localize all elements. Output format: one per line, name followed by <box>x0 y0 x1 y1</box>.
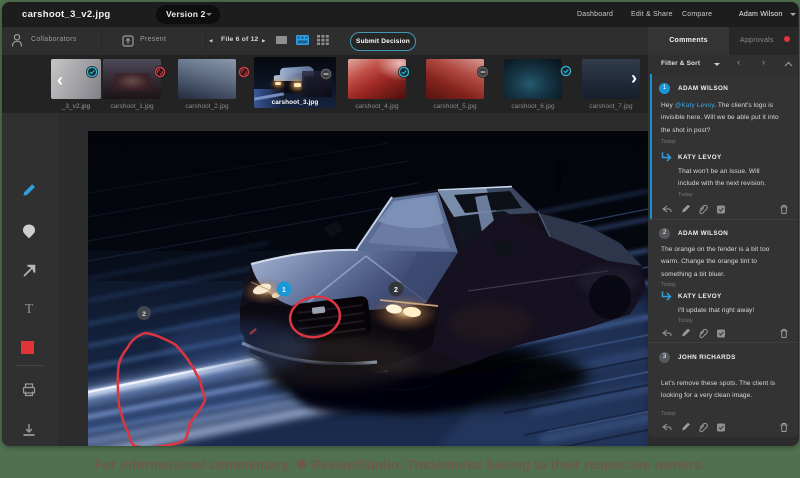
svg-text:2: 2 <box>394 287 398 294</box>
svg-text:1: 1 <box>282 287 286 294</box>
svg-text:2: 2 <box>142 311 146 318</box>
svg-text:T: T <box>25 302 34 317</box>
